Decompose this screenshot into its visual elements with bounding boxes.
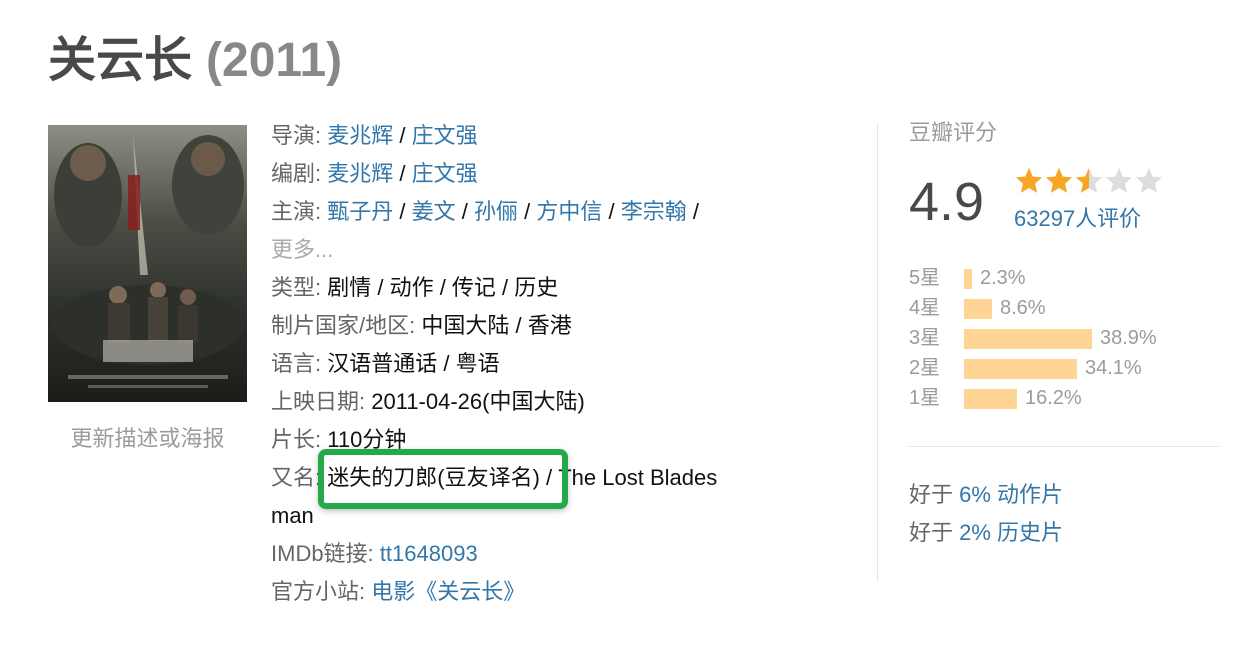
rating-bar bbox=[964, 389, 1017, 409]
aka-value-wrap: man bbox=[271, 503, 314, 528]
runtime-label: 片长: bbox=[271, 427, 322, 452]
better-than-item: 好于 6% 动作片 bbox=[909, 476, 1063, 514]
rating-bar-label: 3星 bbox=[909, 327, 941, 349]
separator: / bbox=[455, 199, 474, 224]
rating-bar-row: 4星 8.6% bbox=[909, 293, 1209, 323]
cast-link[interactable]: 李宗翰 bbox=[621, 199, 687, 224]
runtime-row: 片长: 110分钟 bbox=[271, 421, 791, 459]
better-than-link[interactable]: 2% 历史片 bbox=[959, 520, 1063, 545]
rating-bar bbox=[964, 329, 1092, 349]
better-than-link[interactable]: 6% 动作片 bbox=[959, 482, 1063, 507]
director-link[interactable]: 庄文强 bbox=[412, 123, 478, 148]
movie-name: 关云长 bbox=[48, 34, 193, 87]
writer-label: 编剧: bbox=[271, 161, 322, 186]
aka-row: 又名: 迷失的刀郎(豆友译名) / The Lost Blades bbox=[271, 459, 791, 497]
star-icon bbox=[1106, 168, 1132, 193]
rating-bar-row: 3星 38.9% bbox=[909, 323, 1209, 353]
better-than: 好于 6% 动作片 好于 2% 历史片 bbox=[909, 476, 1063, 552]
release-row: 上映日期: 2011-04-26(中国大陆) bbox=[271, 383, 791, 421]
rating-bar-label: 1星 bbox=[909, 387, 941, 409]
cast-link[interactable]: 甄子丹 bbox=[327, 199, 393, 224]
release-value: 2011-04-26(中国大陆) bbox=[371, 389, 585, 414]
site-row: 官方小站: 电影《关云长》 bbox=[271, 573, 791, 611]
star-icon bbox=[1046, 168, 1072, 193]
writer-row: 编剧: 麦兆辉 / 庄文强 bbox=[271, 155, 791, 193]
aka-label: 又名: bbox=[271, 465, 322, 490]
director-label: 导演: bbox=[271, 123, 322, 148]
star-icon bbox=[1016, 168, 1042, 193]
horizontal-divider bbox=[909, 446, 1219, 447]
rating-bar-percent: 2.3% bbox=[980, 267, 1026, 289]
update-description-link[interactable]: 更新描述或海报 bbox=[48, 422, 247, 456]
rating-bar-label: 2星 bbox=[909, 357, 941, 379]
rating-bar-row: 1星 16.2% bbox=[909, 383, 1209, 413]
separator: / bbox=[393, 123, 412, 148]
separator: / bbox=[517, 199, 537, 224]
cast-more-link[interactable]: 更多... bbox=[271, 237, 333, 262]
writer-link[interactable]: 庄文强 bbox=[412, 161, 478, 186]
rating-bar-row: 2星 34.1% bbox=[909, 353, 1209, 383]
rating-bar-row: 5星 2.3% bbox=[909, 263, 1209, 293]
release-label: 上映日期: bbox=[271, 389, 366, 414]
director-row: 导演: 麦兆辉 / 庄文强 bbox=[271, 117, 791, 155]
aka-value: / The Lost Blades bbox=[539, 465, 718, 490]
rating-stars bbox=[1014, 166, 1164, 200]
rating-bar-percent: 8.6% bbox=[1000, 297, 1046, 319]
rating-bar-percent: 16.2% bbox=[1025, 387, 1082, 409]
rating-votes-link[interactable]: 63297人评价 bbox=[1014, 204, 1141, 234]
separator: / bbox=[393, 161, 412, 186]
rating-bar-percent: 34.1% bbox=[1085, 357, 1142, 379]
star-icon bbox=[1076, 168, 1102, 193]
vertical-divider bbox=[877, 124, 878, 582]
better-than-prefix: 好于 bbox=[909, 482, 960, 507]
language-value: 汉语普通话 / 粤语 bbox=[327, 351, 500, 376]
runtime-value: 110分钟 bbox=[327, 427, 407, 452]
movie-info: 导演: 麦兆辉 / 庄文强 编剧: 麦兆辉 / 庄文强 主演: 甄子丹 / 姜文… bbox=[271, 117, 791, 611]
official-site-link[interactable]: 电影《关云长》 bbox=[371, 579, 525, 604]
country-label: 制片国家/地区: bbox=[271, 313, 416, 338]
page-title: 关云长 (2011) bbox=[48, 30, 342, 92]
rating-bar-percent: 38.9% bbox=[1100, 327, 1157, 349]
movie-poster[interactable] bbox=[48, 125, 247, 402]
rating-distribution: 5星 2.3% 4星 8.6% 3星 38.9% 2星 34.1% 1星 16.2% bbox=[909, 263, 1209, 413]
cast-link[interactable]: 姜文 bbox=[412, 199, 456, 224]
movie-year: (2011) bbox=[206, 34, 343, 87]
poster-image bbox=[48, 125, 247, 402]
language-label: 语言: bbox=[271, 351, 322, 376]
separator: / bbox=[686, 199, 699, 224]
movie-page: 关云长 (2011) 更新描述或海报 导演: 麦兆辉 / 庄文强 编剧: 麦兆辉… bbox=[0, 0, 1252, 656]
better-than-prefix: 好于 bbox=[909, 520, 960, 545]
rating-score: 4.9 bbox=[909, 172, 985, 232]
cast-row: 主演: 甄子丹 / 姜文 / 孙俪 / 方中信 / 李宗翰 / bbox=[271, 193, 791, 231]
country-value: 中国大陆 / 香港 bbox=[421, 313, 572, 338]
aka-wrap-row: man bbox=[271, 497, 791, 535]
site-label: 官方小站: bbox=[271, 579, 366, 604]
rating-heading: 豆瓣评分 bbox=[909, 120, 998, 145]
star-icon bbox=[1136, 168, 1162, 193]
cast-label: 主演: bbox=[271, 199, 322, 224]
genre-value: 剧情 / 动作 / 传记 / 历史 bbox=[327, 275, 559, 300]
cast-link[interactable]: 孙俪 bbox=[474, 199, 518, 224]
imdb-link[interactable]: tt1648093 bbox=[380, 541, 478, 566]
imdb-row: IMDb链接: tt1648093 bbox=[271, 535, 791, 573]
rating-bar-label: 4星 bbox=[909, 297, 941, 319]
separator: / bbox=[602, 199, 621, 224]
country-row: 制片国家/地区: 中国大陆 / 香港 bbox=[271, 307, 791, 345]
language-row: 语言: 汉语普通话 / 粤语 bbox=[271, 345, 791, 383]
aka-highlighted-value: 迷失的刀郎(豆友译名) bbox=[327, 465, 540, 490]
genre-row: 类型: 剧情 / 动作 / 传记 / 历史 bbox=[271, 269, 791, 307]
separator: / bbox=[393, 199, 412, 224]
rating-bar bbox=[964, 359, 1077, 379]
rating-panel: 豆瓣评分 4.9 63297人评价 5星 2.3% 4星 8.6% 3星 38.9% 2星 3… bbox=[909, 116, 1219, 545]
director-link[interactable]: 麦兆辉 bbox=[327, 123, 393, 148]
cast-link[interactable]: 方中信 bbox=[536, 199, 602, 224]
rating-bar-label: 5星 bbox=[909, 267, 941, 289]
genre-label: 类型: bbox=[271, 275, 322, 300]
writer-link[interactable]: 麦兆辉 bbox=[327, 161, 393, 186]
better-than-item: 好于 2% 历史片 bbox=[909, 514, 1063, 552]
rating-bar bbox=[964, 299, 992, 319]
rating-bar bbox=[964, 269, 972, 289]
imdb-label: IMDb链接: bbox=[271, 541, 374, 566]
cast-more-row: 更多... bbox=[271, 231, 791, 269]
